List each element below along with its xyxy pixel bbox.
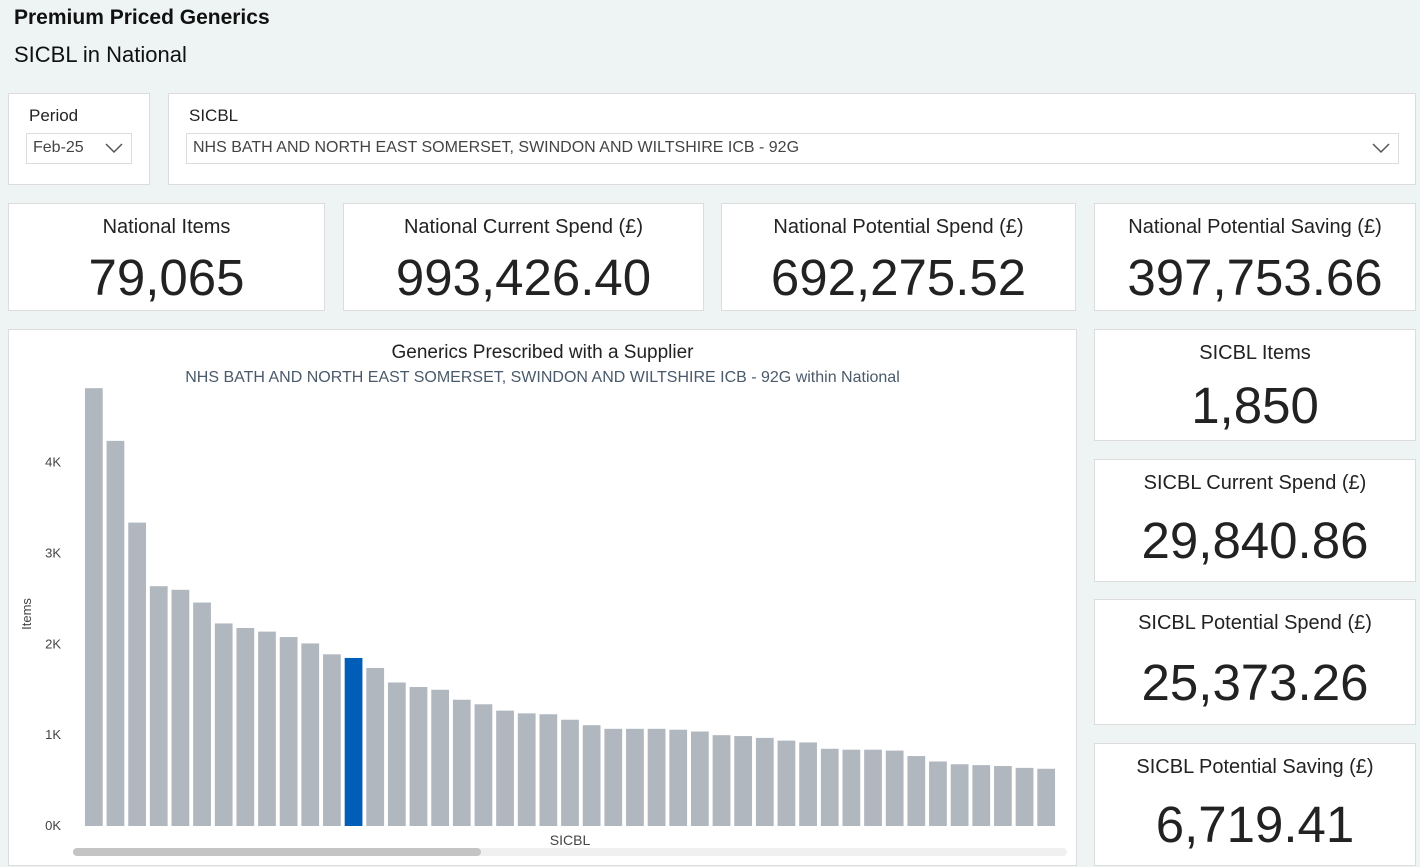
bar[interactable] (149, 586, 168, 826)
kpi-label: SICBL Items (1199, 342, 1311, 364)
bar[interactable] (301, 643, 320, 826)
sicbl-filter-card: SICBL NHS BATH AND NORTH EAST SOMERSET, … (168, 93, 1416, 185)
bar[interactable] (387, 682, 406, 826)
bar[interactable] (994, 766, 1012, 826)
bar[interactable] (539, 714, 558, 826)
kpi-value: 79,065 (88, 249, 245, 306)
bar[interactable] (734, 736, 753, 826)
bar[interactable] (907, 756, 926, 826)
x-axis-label: SICBL (550, 832, 591, 848)
bar[interactable] (842, 749, 861, 826)
bar[interactable] (647, 728, 666, 826)
kpi-label: SICBL Current Spend (£) (1143, 472, 1367, 494)
chevron-down-icon (105, 143, 123, 154)
sicbl-potential-saving-card: SICBL Potential Saving (£) 6,719.41 (1094, 743, 1416, 866)
bar[interactable] (84, 388, 103, 826)
bar[interactable] (885, 750, 904, 826)
kpi-label: National Items (102, 216, 231, 238)
chart-scrollbar[interactable] (73, 848, 1067, 856)
bar[interactable] (799, 742, 817, 826)
bar[interactable] (864, 749, 882, 826)
kpi-label: SICBL Potential Saving (£) (1136, 756, 1374, 778)
chart-scrollbar-thumb[interactable] (73, 848, 481, 856)
bar[interactable] (712, 735, 731, 826)
national-potential-spend-card: National Potential Spend (£) 692,275.52 (721, 203, 1076, 311)
chart-card: Generics Prescribed with a Supplier NHS … (8, 329, 1077, 866)
bar[interactable] (929, 761, 947, 826)
bar[interactable] (106, 440, 125, 826)
bar[interactable] (496, 710, 514, 826)
kpi-value: 29,840.86 (1141, 512, 1369, 569)
kpi-value: 6,719.41 (1155, 796, 1355, 853)
kpi-value: 25,373.26 (1141, 654, 1369, 711)
bar[interactable] (366, 667, 385, 826)
y-tick-label: 4K (45, 455, 61, 470)
national-items-card: National Items 79,065 (8, 203, 325, 311)
kpi-value: 1,850 (1191, 377, 1319, 434)
bar[interactable] (214, 623, 233, 826)
bar[interactable] (755, 737, 774, 826)
bar[interactable] (950, 764, 969, 826)
bar[interactable] (820, 748, 839, 826)
bar[interactable] (279, 637, 298, 826)
bar[interactable] (972, 765, 991, 826)
bar[interactable] (171, 589, 190, 826)
bar[interactable] (669, 729, 688, 826)
period-filter-card: Period Feb-25 (8, 93, 150, 185)
sicbl-potential-spend-card: SICBL Potential Spend (£) 25,373.26 (1094, 599, 1416, 725)
national-current-spend-card: National Current Spend (£) 993,426.40 (343, 203, 704, 311)
bar[interactable] (1015, 767, 1034, 826)
y-tick-label: 2K (45, 636, 61, 651)
y-axis-label: Items (19, 598, 34, 630)
bar[interactable] (604, 728, 623, 826)
sicbl-dropdown[interactable]: NHS BATH AND NORTH EAST SOMERSET, SWINDO… (186, 133, 1399, 164)
bar[interactable] (517, 713, 536, 826)
sicbl-filter-label: SICBL (189, 106, 239, 125)
kpi-label: National Potential Spend (£) (773, 216, 1024, 238)
bar[interactable] (431, 689, 450, 826)
bar[interactable] (582, 725, 601, 826)
sicbl-current-spend-card: SICBL Current Spend (£) 29,840.86 (1094, 459, 1416, 582)
sicbl-dropdown-value: NHS BATH AND NORTH EAST SOMERSET, SWINDO… (193, 139, 800, 156)
chevron-down-icon (1372, 143, 1390, 154)
bar[interactable] (128, 522, 146, 826)
page-title: Premium Priced Generics (14, 6, 270, 29)
bar[interactable] (690, 731, 709, 826)
y-tick-label: 0K (45, 818, 61, 833)
period-dropdown[interactable]: Feb-25 (26, 133, 132, 164)
bar[interactable] (474, 704, 493, 826)
kpi-label: National Potential Saving (£) (1128, 216, 1382, 238)
bar[interactable] (409, 687, 428, 826)
bar[interactable] (452, 699, 471, 826)
bar[interactable] (777, 740, 796, 826)
page-subtitle: SICBL in National (14, 42, 187, 67)
kpi-value: 397,753.66 (1127, 249, 1383, 306)
sicbl-items-card: SICBL Items 1,850 (1094, 329, 1416, 441)
kpi-label: SICBL Potential Spend (£) (1138, 612, 1372, 634)
national-potential-saving-card: National Potential Saving (£) 397,753.66 (1094, 203, 1416, 311)
bar[interactable] (561, 719, 579, 826)
bar[interactable] (626, 728, 644, 826)
y-tick-label: 3K (45, 546, 61, 561)
kpi-value: 692,275.52 (770, 249, 1027, 306)
kpi-value: 993,426.40 (395, 249, 652, 306)
period-filter-label: Period (29, 106, 79, 125)
bar[interactable] (236, 627, 255, 826)
period-dropdown-value: Feb-25 (33, 139, 84, 156)
bar[interactable] (1037, 768, 1056, 826)
bar[interactable] (193, 602, 211, 826)
bar[interactable] (323, 654, 341, 826)
bar[interactable] (258, 631, 276, 826)
y-tick-label: 1K (45, 727, 61, 742)
kpi-label: National Current Spend (£) (403, 216, 643, 238)
bar-highlighted[interactable] (344, 657, 363, 826)
bar-chart: 0K 1K 2K 3K 4K Items SICBL (19, 388, 1056, 848)
